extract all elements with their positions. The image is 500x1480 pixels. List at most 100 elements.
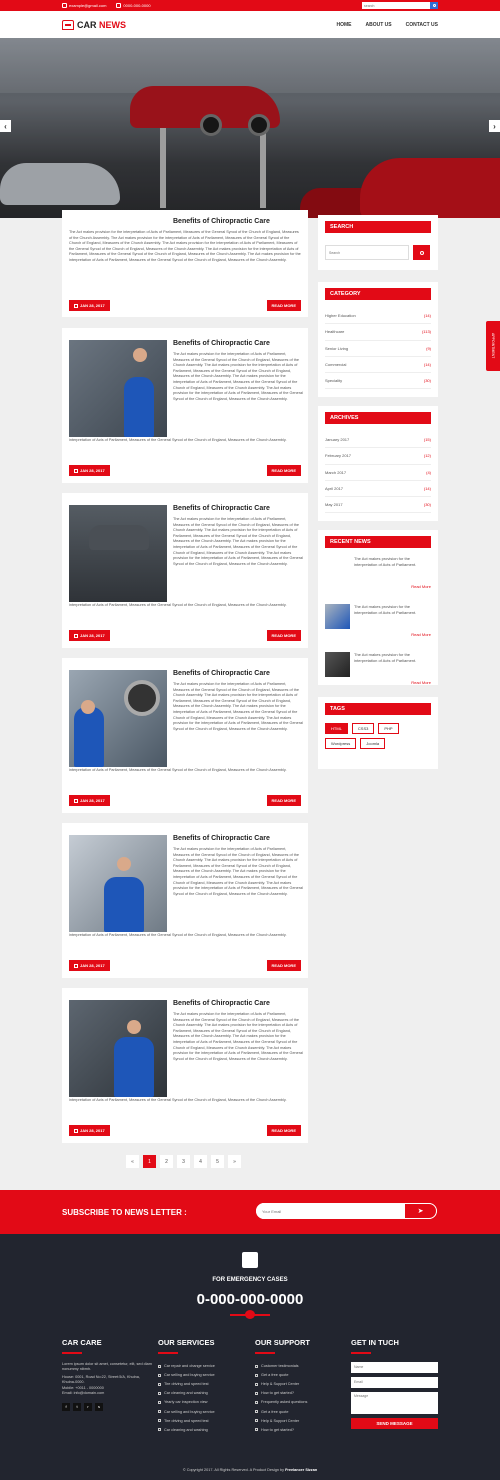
nav-home[interactable]: HOME bbox=[336, 22, 351, 28]
footer-support: OUR SUPPORT Customer testimonials Get a … bbox=[255, 1338, 345, 1434]
category-item[interactable]: Speciality (30) bbox=[325, 373, 431, 390]
tag-css3[interactable]: CSS3 bbox=[351, 723, 375, 734]
read-more-button[interactable]: READ MORE bbox=[266, 465, 301, 476]
archive-item[interactable]: January 2017 (15) bbox=[325, 432, 431, 449]
post-date-button[interactable]: JAN 28, 2017 bbox=[69, 630, 110, 641]
post-title[interactable]: Benefits of Chiropractic Care bbox=[173, 340, 270, 347]
recent-news-read-more[interactable]: Read More bbox=[411, 584, 431, 589]
check-icon bbox=[255, 1391, 258, 1395]
slider-next-button[interactable]: › bbox=[489, 120, 500, 132]
support-link[interactable]: Customer testimonials bbox=[255, 1362, 345, 1371]
support-link[interactable]: Frequently asked questions bbox=[255, 1398, 345, 1407]
service-link[interactable]: Car cleaning and washing bbox=[158, 1425, 248, 1434]
sidebar-search-button[interactable] bbox=[413, 245, 430, 260]
category-item[interactable]: Commercial (14) bbox=[325, 357, 431, 374]
archive-item[interactable]: May 2017 (30) bbox=[325, 497, 431, 514]
pager-next[interactable]: » bbox=[228, 1155, 241, 1168]
service-link[interactable]: Tire driving and speed test bbox=[158, 1380, 248, 1389]
post-title[interactable]: Benefits of Chiropractic Care bbox=[173, 670, 270, 677]
pager-page-3[interactable]: 3 bbox=[177, 1155, 190, 1168]
skype-icon[interactable]: s bbox=[95, 1402, 103, 1411]
support-link[interactable]: How to get started? bbox=[255, 1389, 345, 1398]
top-search-button[interactable] bbox=[430, 2, 438, 9]
recent-news-item[interactable]: The Act makes provision for the interpre… bbox=[325, 556, 431, 596]
read-more-button[interactable]: READ MORE bbox=[266, 300, 301, 311]
category-item[interactable]: Healthcare (113) bbox=[325, 324, 431, 341]
post-thumbnail[interactable] bbox=[69, 340, 167, 437]
post-date-button[interactable]: JAN 28, 2017 bbox=[69, 1125, 110, 1136]
post-date-button[interactable]: JAN 28, 2017 bbox=[69, 300, 110, 311]
post-thumbnail[interactable] bbox=[69, 1000, 167, 1097]
archive-item[interactable]: February 2017 (12) bbox=[325, 448, 431, 465]
post-title[interactable]: Benefits of Chiropractic Care bbox=[173, 835, 270, 842]
newsletter-send-button[interactable]: ➤ bbox=[404, 1203, 437, 1219]
recent-news-read-more[interactable]: Read More bbox=[411, 680, 431, 685]
logo[interactable]: CAR NEWS bbox=[62, 19, 126, 30]
category-item[interactable]: Higher Education (14) bbox=[325, 308, 431, 325]
newsletter-email-input[interactable] bbox=[256, 1203, 404, 1219]
read-more-button[interactable]: READ MORE bbox=[266, 1125, 301, 1136]
post-date-button[interactable]: JAN 28, 2017 bbox=[69, 465, 110, 476]
pager-page-4[interactable]: 4 bbox=[194, 1155, 207, 1168]
pager-prev[interactable]: « bbox=[126, 1155, 139, 1168]
recent-news-read-more[interactable]: Read More bbox=[411, 632, 431, 637]
nav-contact[interactable]: CONTACT US bbox=[406, 22, 438, 28]
post-thumbnail[interactable] bbox=[69, 670, 167, 767]
twitter-icon[interactable]: t bbox=[73, 1402, 81, 1411]
send-message-button[interactable]: SEND MESSAGE bbox=[351, 1417, 438, 1429]
post-thumbnail[interactable] bbox=[69, 505, 167, 602]
top-email-text[interactable]: example@gmail.com bbox=[69, 3, 106, 8]
facebook-icon[interactable]: f bbox=[62, 1402, 70, 1411]
service-link[interactable]: Yearly car inspection view bbox=[158, 1398, 248, 1407]
support-link[interactable]: Help & Support Center bbox=[255, 1380, 345, 1389]
contact-message-input[interactable] bbox=[351, 1391, 438, 1414]
read-more-button[interactable]: READ MORE bbox=[266, 630, 301, 641]
recent-news-thumbnail bbox=[325, 652, 350, 677]
service-link[interactable]: Car selling and buying service bbox=[158, 1371, 248, 1380]
contact-email-input[interactable] bbox=[351, 1376, 438, 1388]
tag-php[interactable]: PHP bbox=[378, 723, 399, 734]
service-link[interactable]: Car selling and buying service bbox=[158, 1407, 248, 1416]
support-link[interactable]: Help & Support Center bbox=[255, 1416, 345, 1425]
footer-email[interactable]: Email: info@domain.com bbox=[62, 1391, 152, 1397]
support-link[interactable]: Get a free quote bbox=[255, 1371, 345, 1380]
support-link[interactable]: Get a free quote bbox=[255, 1407, 345, 1416]
pager-page-5[interactable]: 5 bbox=[211, 1155, 224, 1168]
mechanic-figure bbox=[124, 377, 154, 437]
footer: FOR EMERGENCY CASES 0-000-000-0000 CAR C… bbox=[0, 1234, 500, 1480]
copyright-author[interactable]: Freelancer Sizzan bbox=[285, 1468, 317, 1472]
post-thumbnail[interactable] bbox=[69, 835, 167, 932]
pager-page-1[interactable]: 1 bbox=[143, 1155, 156, 1168]
category-item[interactable]: Senior Living (9) bbox=[325, 341, 431, 357]
service-link[interactable]: Tire driving and speed test bbox=[158, 1416, 248, 1425]
read-more-button[interactable]: READ MORE bbox=[266, 795, 301, 806]
top-search-input[interactable] bbox=[362, 2, 430, 9]
post-title[interactable]: Benefits of Chiropractic Care bbox=[173, 505, 270, 512]
mechanic-head bbox=[133, 348, 147, 362]
newsletter-bar: SUBSCRIBE TO NEWS LETTER : ➤ bbox=[0, 1190, 500, 1234]
tag-joomla[interactable]: Joomla bbox=[360, 738, 386, 749]
read-more-button[interactable]: READ MORE bbox=[266, 960, 301, 971]
support-link[interactable]: How to get started? bbox=[255, 1425, 345, 1434]
recent-news-item[interactable]: The Act makes provision for the interpre… bbox=[325, 652, 431, 692]
recent-news-item[interactable]: The Act makes provision for the interpre… bbox=[325, 604, 431, 644]
rss-icon[interactable]: r bbox=[84, 1402, 92, 1411]
service-link[interactable]: Car cleaning and washing bbox=[158, 1389, 248, 1398]
sidebar-search-input[interactable] bbox=[325, 245, 409, 260]
post-date-button[interactable]: JAN 28, 2017 bbox=[69, 795, 110, 806]
tag-wordpress[interactable]: Wordpress bbox=[325, 738, 357, 749]
nav-about[interactable]: ABOUT US bbox=[365, 22, 391, 28]
contact-name-input[interactable] bbox=[351, 1361, 438, 1373]
appointment-tab[interactable]: APPOINTMENT bbox=[486, 321, 500, 371]
post-title[interactable]: Benefits of Chiropractic Care bbox=[173, 1000, 270, 1007]
service-link[interactable]: Car repair and change service bbox=[158, 1362, 248, 1371]
pager-page-2[interactable]: 2 bbox=[160, 1155, 173, 1168]
post-date-button[interactable]: JAN 28, 2017 bbox=[69, 960, 110, 971]
footer-contact-form: GET IN TUCH SEND MESSAGE bbox=[351, 1338, 441, 1429]
slider-prev-button[interactable]: ‹ bbox=[0, 120, 11, 132]
emergency-number[interactable]: 0-000-000-0000 bbox=[0, 1291, 500, 1308]
archive-item[interactable]: March 2017 (4) bbox=[325, 465, 431, 481]
archive-item[interactable]: April 2017 (14) bbox=[325, 481, 431, 498]
post-title[interactable]: Benefits of Chiropractic Care bbox=[173, 218, 270, 225]
tag-html[interactable]: HTML bbox=[325, 723, 348, 734]
